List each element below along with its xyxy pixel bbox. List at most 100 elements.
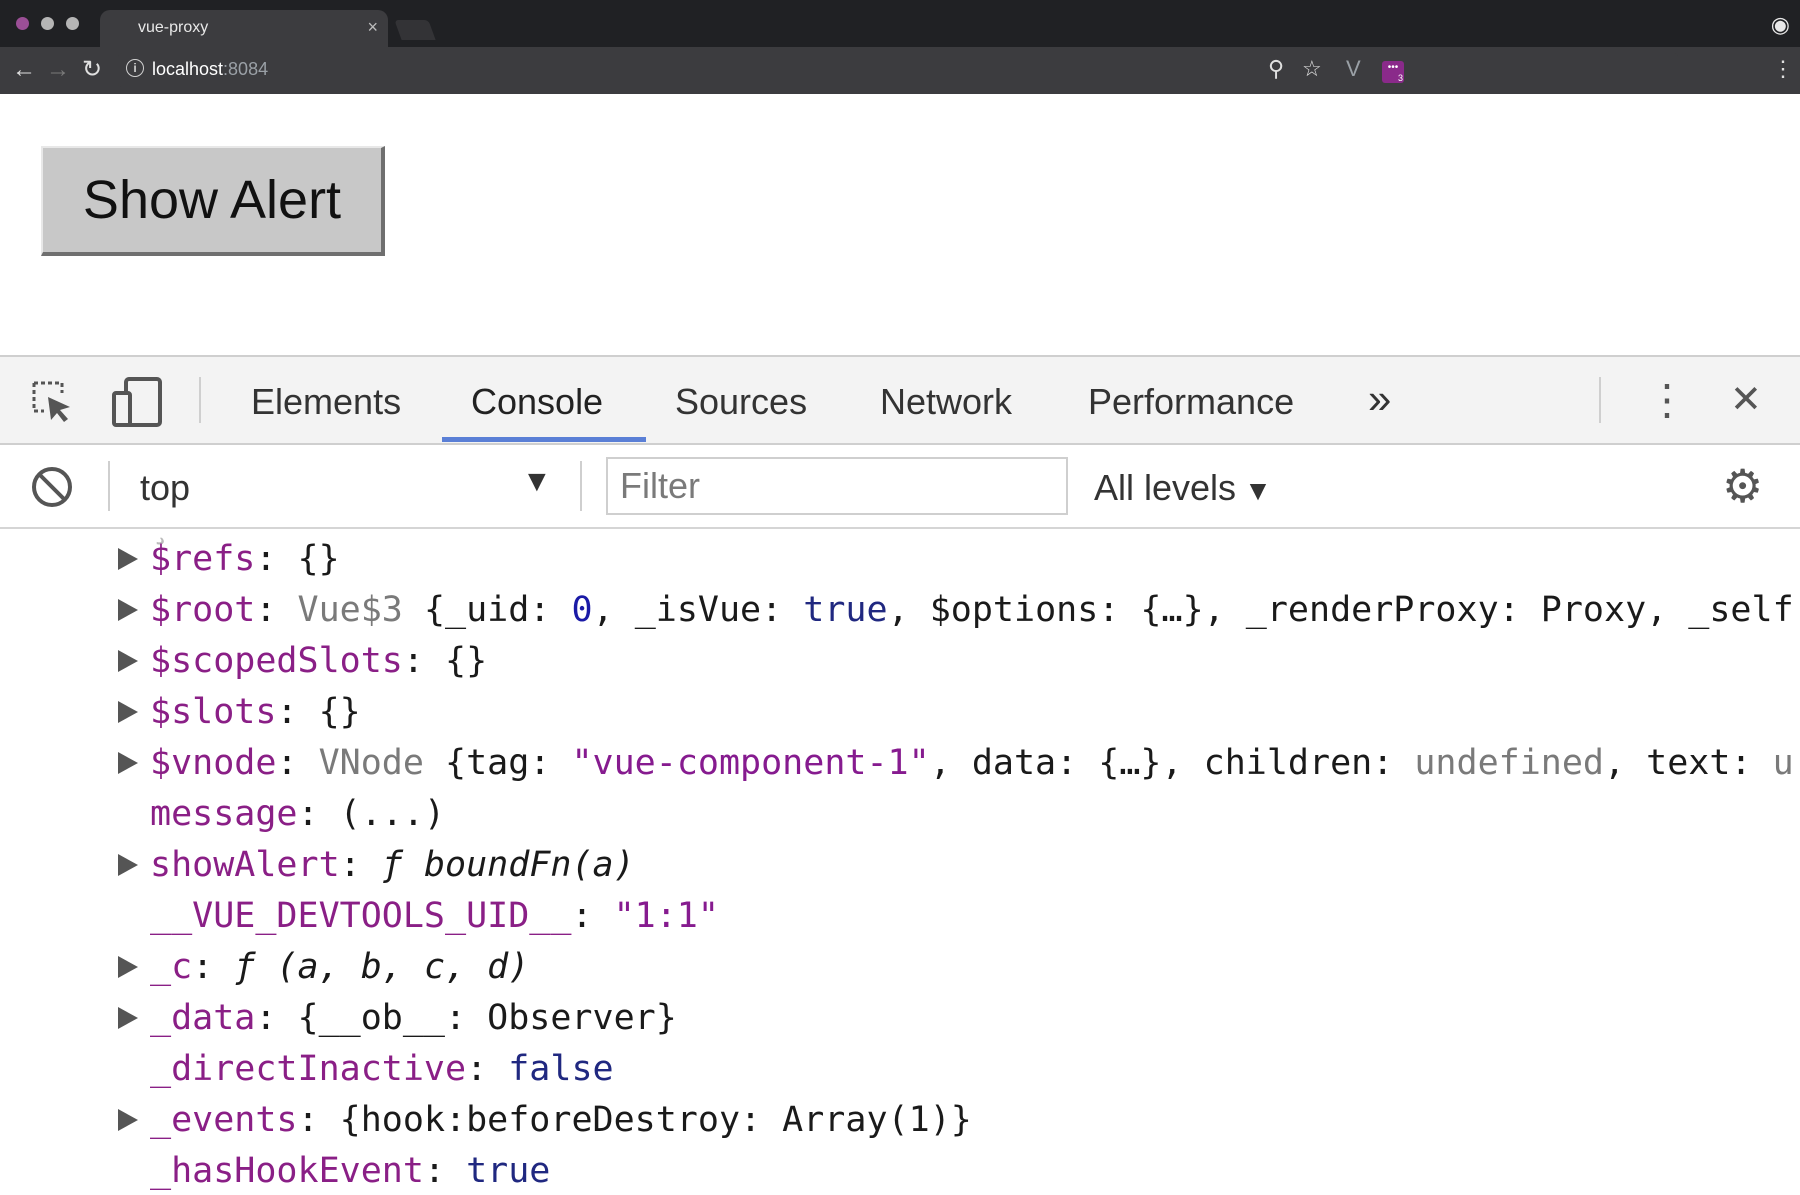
property-key: _data (150, 998, 256, 1038)
forward-arrow-icon[interactable]: → (46, 57, 70, 83)
new-tab-button[interactable] (394, 20, 436, 40)
window-close-dot[interactable] (16, 17, 29, 30)
property-value: , data: {…}, children: (929, 743, 1415, 783)
devtools-panel: Elements Console Sources Network Perform… (0, 355, 1800, 1195)
active-tab-indicator (442, 437, 646, 442)
expand-triangle-icon[interactable] (118, 752, 138, 774)
more-tabs-icon[interactable]: » (1368, 375, 1391, 423)
device-toolbar-icon[interactable] (112, 377, 164, 427)
expand-triangle-icon[interactable] (118, 854, 138, 876)
info-icon[interactable]: i (126, 59, 144, 77)
expand-triangle-icon[interactable] (118, 956, 138, 978)
property-value: ƒ (a, b, c, d) (234, 947, 530, 987)
toolbar-separator (1599, 377, 1601, 423)
tab-performance[interactable]: Performance (1088, 381, 1294, 423)
tab-network[interactable]: Network (880, 381, 1012, 423)
menu-dots-icon[interactable]: ⋮ (1772, 57, 1794, 81)
devtools-menu-icon[interactable]: ⋮ (1646, 375, 1688, 424)
url-text[interactable]: localhost:8084 (152, 59, 268, 80)
back-arrow-icon[interactable]: ← (12, 57, 36, 83)
expand-triangle-icon[interactable] (118, 1109, 138, 1131)
log-levels-dropdown[interactable]: All levels ▼ (1094, 467, 1272, 509)
property-key: showAlert (150, 845, 340, 885)
console-property-text: _data: {__ob__: Observer} (150, 998, 677, 1038)
property-key: $root (150, 590, 256, 630)
property-value: VNode (318, 743, 446, 783)
console-property-text: _directInactive: false (150, 1049, 614, 1089)
context-selector[interactable]: top (140, 467, 190, 509)
expand-triangle-icon[interactable] (118, 548, 138, 570)
property-value: : {} (276, 692, 361, 732)
extension-badge-icon[interactable]: ••• 3 (1382, 61, 1404, 83)
zoom-icon[interactable]: ⚲ (1268, 57, 1284, 81)
property-value: : (276, 743, 319, 783)
reload-icon[interactable]: ↻ (82, 57, 102, 83)
toolbar-separator (580, 461, 582, 511)
console-property-text: message: (...) (150, 794, 445, 834)
tab-sources[interactable]: Sources (675, 381, 807, 423)
property-value: : {__ob__: Observer} (255, 998, 677, 1038)
property-value: : (339, 845, 382, 885)
property-value: true (803, 590, 888, 630)
filter-input[interactable] (606, 457, 1068, 515)
property-value: : (571, 896, 614, 936)
property-value: : {} (402, 641, 488, 681)
browser-tab[interactable]: vue-proxy × (100, 10, 388, 47)
property-value: : (423, 1151, 467, 1191)
property-value: ƒ boundFn(a) (381, 845, 635, 885)
console-property-text: __VUE_DEVTOOLS_UID__: "1:1" (150, 896, 719, 936)
property-value: "vue-component-1" (571, 743, 930, 783)
tab-elements[interactable]: Elements (251, 381, 401, 423)
console-toolbar: top ▼ All levels▼ ⚙ (0, 445, 1800, 529)
levels-arrow-icon: ▼ (1244, 475, 1272, 506)
toolbar-separator (199, 377, 201, 423)
property-key: $scopedSlots (150, 641, 403, 681)
console-property-text: _events: {hook:beforeDestroy: Array(1)} (150, 1100, 972, 1140)
property-key: $vnode (150, 743, 277, 783)
property-key: _hasHookEvent (150, 1151, 424, 1191)
browser-toolbar: ← → ↻ i localhost:8084 ⚲ ☆ V ••• 3 ⋮ (0, 47, 1800, 94)
property-value: , text: (1604, 743, 1773, 783)
property-value: true (466, 1151, 551, 1191)
console-property-text: $root: Vue$3 {_uid: 0, _isVue: true, $op… (150, 590, 1794, 630)
window-minimize-dot[interactable] (41, 17, 54, 30)
property-value: : {hook:beforeDestroy: Array(1)} (297, 1100, 972, 1140)
devtools-tab-bar: Elements Console Sources Network Perform… (0, 357, 1800, 445)
property-value: {_uid: (423, 590, 572, 630)
star-icon[interactable]: ☆ (1302, 57, 1322, 81)
console-property-text: $scopedSlots: {} (150, 641, 487, 681)
console-property-text: $vnode: VNode {tag: "vue-component-1", d… (150, 743, 1794, 783)
expand-triangle-icon[interactable] (118, 701, 138, 723)
expand-triangle-icon[interactable] (118, 599, 138, 621)
console-property-text: _hasHookEvent: true (150, 1151, 550, 1191)
property-value: Vue$3 (297, 590, 424, 630)
context-dropdown-arrow-icon[interactable]: ▼ (522, 465, 552, 499)
vue-extension-icon[interactable]: V (1346, 57, 1361, 81)
gear-icon[interactable]: ⚙ (1722, 459, 1763, 513)
property-value: , _isVue: (592, 590, 804, 630)
property-value: : {} (255, 539, 340, 579)
console-output[interactable]: ¸ ‾ ‾ ‾ ‾ ‾ ‾ ‾ ‾ ‾ ‾ ‾ ‾ ‾ ‾ ‾ ‾ ‾ ‾ ‾ … (0, 529, 1800, 1195)
tab-console[interactable]: Console (471, 381, 603, 423)
property-value: undefined (1414, 743, 1605, 783)
expand-triangle-icon[interactable] (118, 650, 138, 672)
tab-title: vue-proxy (138, 19, 209, 36)
property-key: _directInactive (150, 1049, 467, 1089)
inspect-element-icon[interactable] (30, 379, 76, 425)
tab-close-icon[interactable]: × (367, 17, 378, 38)
property-value: , $options: {…}, _renderProxy: Proxy, _s… (887, 590, 1794, 630)
console-property-text: $slots: {} (150, 692, 361, 732)
show-alert-button[interactable]: Show Alert (41, 146, 385, 256)
console-property-text: showAlert: ƒ boundFn(a) (150, 845, 635, 885)
property-value: : (466, 1049, 509, 1089)
expand-triangle-icon[interactable] (118, 1007, 138, 1029)
address-bar[interactable]: i localhost:8084 (118, 53, 1678, 87)
property-value: 0 (571, 590, 593, 630)
window-maximize-dot[interactable] (66, 17, 79, 30)
incognito-icon: ◉ (1770, 12, 1790, 37)
clear-console-icon[interactable] (30, 465, 74, 509)
property-value: false (508, 1049, 614, 1089)
property-value: : (255, 590, 298, 630)
property-key: _c (150, 947, 193, 987)
devtools-close-icon[interactable]: ✕ (1730, 377, 1762, 422)
